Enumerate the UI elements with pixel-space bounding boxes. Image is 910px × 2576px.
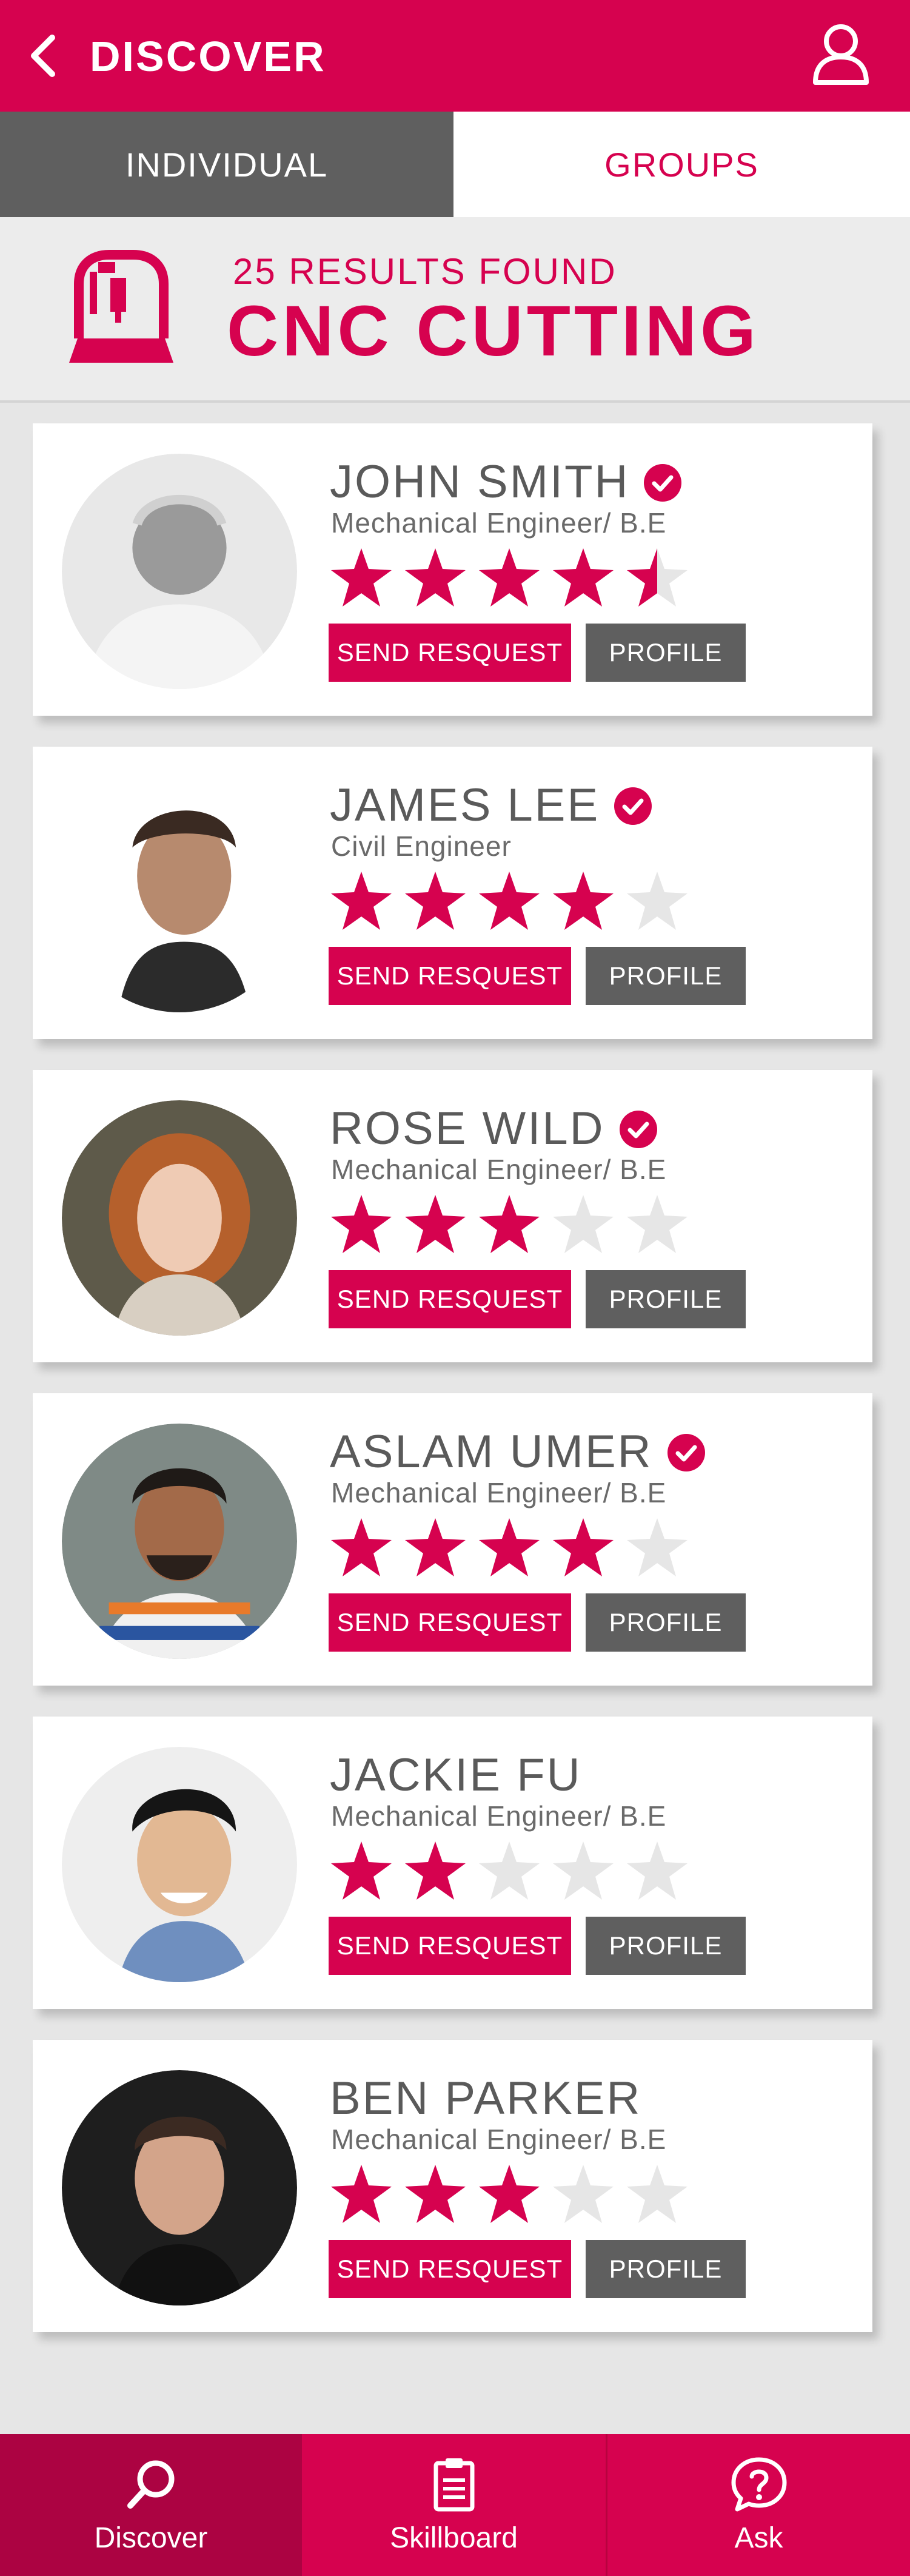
nav-ask[interactable]: Ask	[607, 2434, 910, 2576]
avatar	[62, 454, 297, 689]
send-request-button[interactable]: SEND RESQUEST	[329, 947, 571, 1005]
star-empty-icon	[624, 1192, 694, 1258]
star-filled-icon	[329, 1516, 398, 1581]
send-request-button[interactable]: SEND RESQUEST	[329, 1593, 571, 1652]
person-card[interactable]: ASLAM UMER Mechanical Engineer/ B.E SEND…	[33, 1393, 872, 1686]
star-empty-icon	[550, 1839, 620, 1905]
person-card[interactable]: JOHN SMITH Mechanical Engineer/ B.E SEND…	[33, 423, 872, 716]
rating-stars	[329, 2162, 698, 2228]
person-name: JACKIE FU	[330, 1749, 582, 1801]
profile-button[interactable]	[808, 22, 874, 87]
person-card[interactable]: ROSE WILD Mechanical Engineer/ B.E SEND …	[33, 1070, 872, 1362]
star-filled-icon	[477, 2162, 546, 2228]
person-role: Civil Engineer	[331, 830, 512, 862]
cnc-machine-icon	[69, 250, 173, 363]
rating-stars	[329, 1839, 698, 1905]
results-banner: 25 RESULTS FOUND CNC CUTTING	[0, 217, 910, 403]
star-half-icon	[624, 546, 694, 611]
rating-stars	[329, 1516, 698, 1581]
person-name: ASLAM UMER	[330, 1425, 706, 1479]
search-icon	[127, 2460, 175, 2509]
verified-badge-icon	[643, 460, 683, 502]
profile-button[interactable]: PROFILE	[586, 2240, 746, 2298]
person-name: BEN PARKER	[330, 2073, 642, 2124]
chevron-left-icon	[31, 35, 55, 77]
person-role: Mechanical Engineer/ B.E	[331, 2124, 667, 2155]
person-name: JAMES LEE	[330, 778, 653, 833]
star-filled-icon	[403, 869, 472, 935]
send-request-button[interactable]: SEND RESQUEST	[329, 1270, 571, 1328]
star-filled-icon	[477, 869, 546, 935]
star-filled-icon	[403, 1192, 472, 1258]
star-filled-icon	[329, 2162, 398, 2228]
nav-label: Ask	[734, 2522, 783, 2554]
star-filled-icon	[477, 546, 546, 611]
star-filled-icon	[329, 1192, 398, 1258]
person-role: Mechanical Engineer/ B.E	[331, 507, 667, 539]
star-empty-icon	[477, 1839, 546, 1905]
verified-badge-icon	[613, 784, 653, 825]
avatar	[62, 1100, 297, 1336]
person-name: ROSE WILD	[330, 1101, 658, 1156]
top-bar: DISCOVER	[0, 0, 910, 112]
star-filled-icon	[550, 1516, 620, 1581]
star-filled-icon	[329, 1839, 398, 1905]
nav-label: Discover	[94, 2522, 208, 2554]
star-filled-icon	[550, 869, 620, 935]
results-count: 25 RESULTS FOUND	[233, 251, 617, 292]
star-filled-icon	[477, 1192, 546, 1258]
tab-groups[interactable]: GROUPS	[453, 112, 910, 217]
star-filled-icon	[403, 1839, 472, 1905]
category-title: CNC CUTTING	[227, 291, 760, 371]
star-empty-icon	[550, 1192, 620, 1258]
back-button[interactable]	[22, 32, 64, 80]
avatar	[62, 2070, 297, 2305]
clipboard-icon	[433, 2458, 474, 2512]
rating-stars	[329, 1192, 698, 1258]
send-request-button[interactable]: SEND RESQUEST	[329, 2240, 571, 2298]
star-filled-icon	[403, 546, 472, 611]
star-filled-icon	[477, 1516, 546, 1581]
star-empty-icon	[550, 2162, 620, 2228]
question-icon	[731, 2457, 786, 2512]
nav-discover[interactable]: Discover	[0, 2434, 302, 2576]
view-tabs: INDIVIDUAL GROUPS	[0, 112, 910, 217]
star-filled-icon	[403, 2162, 472, 2228]
profile-button[interactable]: PROFILE	[586, 947, 746, 1005]
verified-badge-icon	[618, 1107, 658, 1148]
star-filled-icon	[329, 546, 398, 611]
rating-stars	[329, 869, 698, 935]
person-card[interactable]: BEN PARKER Mechanical Engineer/ B.E SEND…	[33, 2040, 872, 2332]
profile-button[interactable]: PROFILE	[586, 1593, 746, 1652]
profile-button[interactable]: PROFILE	[586, 1917, 746, 1975]
user-icon	[813, 24, 869, 85]
star-empty-icon	[624, 2162, 694, 2228]
send-request-button[interactable]: SEND RESQUEST	[329, 624, 571, 682]
profile-button[interactable]: PROFILE	[586, 624, 746, 682]
nav-label: Skillboard	[390, 2522, 518, 2554]
person-name: JOHN SMITH	[330, 455, 683, 509]
avatar	[62, 777, 297, 1012]
person-card[interactable]: JACKIE FU Mechanical Engineer/ B.E SEND …	[33, 1717, 872, 2009]
nav-skillboard[interactable]: Skillboard	[302, 2434, 607, 2576]
star-empty-icon	[624, 1516, 694, 1581]
send-request-button[interactable]: SEND RESQUEST	[329, 1917, 571, 1975]
person-role: Mechanical Engineer/ B.E	[331, 1800, 667, 1832]
avatar	[62, 1424, 297, 1659]
star-filled-icon	[329, 869, 398, 935]
star-filled-icon	[550, 546, 620, 611]
star-empty-icon	[624, 1839, 694, 1905]
star-empty-icon	[624, 869, 694, 935]
tab-individual[interactable]: INDIVIDUAL	[0, 112, 453, 217]
avatar	[62, 1747, 297, 1982]
verified-badge-icon	[666, 1430, 706, 1471]
person-card[interactable]: JAMES LEE Civil Engineer SEND RESQUEST P…	[33, 747, 872, 1039]
star-filled-icon	[403, 1516, 472, 1581]
bottom-nav: Discover Skillboard Ask	[0, 2434, 910, 2576]
person-role: Mechanical Engineer/ B.E	[331, 1477, 667, 1508]
profile-button[interactable]: PROFILE	[586, 1270, 746, 1328]
rating-stars	[329, 546, 698, 611]
page-title: DISCOVER	[90, 33, 326, 80]
person-role: Mechanical Engineer/ B.E	[331, 1154, 667, 1185]
